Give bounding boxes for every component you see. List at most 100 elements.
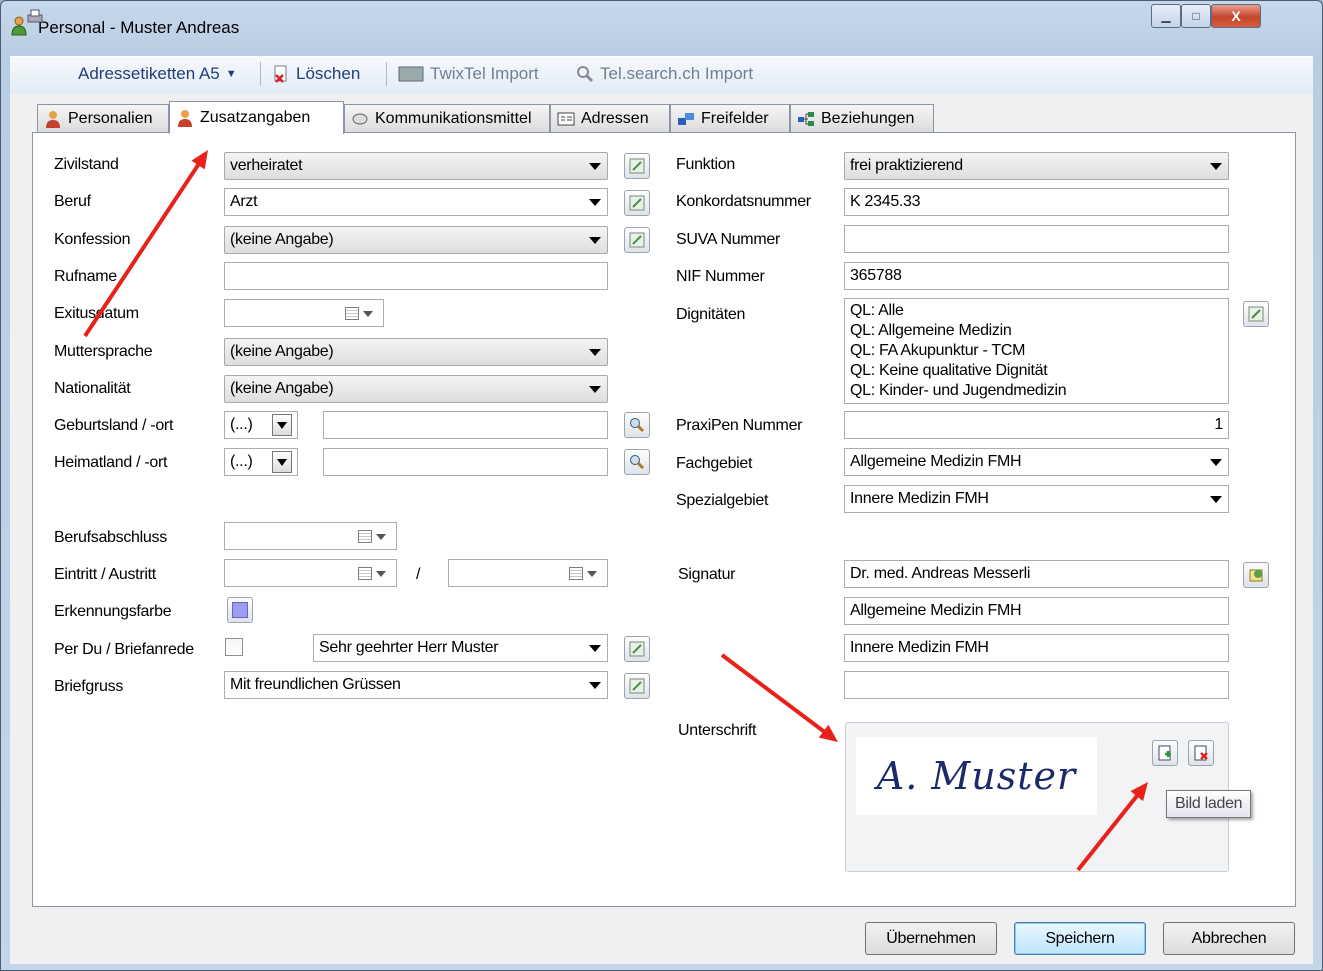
chevron-down-icon (277, 422, 287, 429)
calendar-icon (358, 567, 372, 580)
cancel-button[interactable]: Abbrechen (1163, 922, 1295, 955)
signatur-line-4[interactable] (844, 671, 1229, 699)
calendar-icon (358, 530, 372, 543)
signatur-line-1[interactable]: Dr. med. Andreas Messerli (844, 560, 1229, 588)
exitusdatum-datepicker[interactable] (224, 299, 384, 327)
print-labels-button[interactable] (26, 8, 44, 26)
delete-image-button[interactable] (1188, 740, 1214, 766)
chevron-down-icon (1210, 163, 1222, 170)
search-geburtsort-button[interactable] (624, 412, 650, 438)
funktion-select[interactable]: frei praktizierend (844, 152, 1229, 180)
search-heimatort-button[interactable] (624, 449, 650, 475)
tab-zusatzangaben[interactable]: Zusatzangaben (169, 101, 344, 134)
chevron-down-icon (1210, 496, 1222, 503)
rufname-input[interactable] (224, 262, 608, 290)
maximize-button[interactable]: □ (1181, 4, 1211, 28)
chevron-down-icon: ▼ (225, 68, 237, 80)
telsearch-import-button[interactable]: Tel.search.ch Import (576, 64, 753, 84)
tab-kommunikationsmittel[interactable]: Kommunikationsmittel (344, 104, 550, 132)
edit-briefgruss-button[interactable] (624, 673, 650, 699)
chevron-down-icon (376, 534, 386, 540)
person-icon (46, 110, 60, 128)
list-item[interactable]: QL: Keine qualitative Dignität (850, 361, 1223, 381)
signature-text: A. Muster (876, 754, 1077, 798)
list-item[interactable]: QL: Alle (850, 301, 1223, 321)
edit-list-icon (629, 678, 645, 694)
twixtel-import-label: TwixTel Import (430, 64, 539, 83)
calendar-icon (345, 307, 359, 320)
phone-icon (352, 113, 368, 124)
list-item[interactable]: QL: Kinder- und Jugendmedizin (850, 381, 1223, 401)
muttersprache-select[interactable]: (keine Angabe) (224, 338, 608, 366)
chevron-down-icon (376, 571, 386, 577)
edit-konfession-button[interactable] (624, 227, 650, 253)
konfession-value: (keine Angabe) (230, 231, 334, 248)
tooltip-load-image: Bild laden (1166, 790, 1252, 818)
minimize-icon: ▁ (1161, 9, 1171, 23)
praxipen-input[interactable]: 1 (844, 411, 1229, 439)
tab-freifelder[interactable]: Freifelder (670, 104, 790, 132)
geburtsort-input[interactable] (323, 411, 608, 439)
briefgruss-label: Briefgruss (54, 678, 124, 695)
color-picker-button[interactable] (227, 597, 253, 623)
signatur-template-button[interactable] (1243, 562, 1269, 588)
spezialgebiet-value: Innere Medizin FMH (850, 490, 989, 507)
praxipen-label: PraxiPen Nummer (676, 417, 803, 434)
fachgebiet-combobox[interactable]: Allgemeine Medizin FMH (844, 448, 1229, 476)
toolbar-separator (386, 62, 387, 86)
signature-image: A. Muster (856, 737, 1097, 815)
tab-adressen[interactable]: Adressen (550, 104, 670, 132)
twixtel-import-button[interactable]: TwixTel Import (398, 64, 539, 84)
nationalitaet-value: (keine Angabe) (230, 380, 334, 397)
geburtsland-value: (...) (230, 416, 253, 433)
zivilstand-label: Zivilstand (54, 156, 119, 173)
edit-dignitaeten-button[interactable] (1243, 301, 1269, 327)
geburtsland-dropdown-button[interactable] (272, 414, 292, 436)
toolbar-separator (260, 62, 261, 86)
suva-input[interactable] (844, 225, 1229, 253)
erkennungsfarbe-label: Erkennungsfarbe (54, 603, 172, 620)
nif-label: NIF Nummer (676, 268, 765, 285)
edit-beruf-button[interactable] (624, 190, 650, 216)
berufsabschluss-datepicker[interactable] (224, 522, 397, 550)
delete-button[interactable]: Löschen (272, 64, 360, 84)
briefanrede-combobox[interactable]: Sehr geehrter Herr Muster (313, 634, 608, 662)
tab-personalien[interactable]: Personalien (37, 104, 169, 132)
edit-briefanrede-button[interactable] (624, 636, 650, 662)
close-button[interactable]: X (1211, 4, 1261, 28)
list-item[interactable]: QL: Allgemeine Medizin (850, 321, 1223, 341)
window-title: Personal - Muster Andreas (38, 18, 240, 37)
apply-button[interactable]: Übernehmen (865, 922, 997, 955)
konkordat-label: Konkordatsnummer (676, 193, 811, 210)
heimatort-input[interactable] (323, 448, 608, 476)
austritt-datepicker[interactable] (448, 559, 608, 587)
save-button[interactable]: Speichern (1014, 922, 1146, 955)
address-labels-dropdown[interactable]: Adressetiketten A5 ▼ (78, 64, 237, 84)
minimize-button[interactable]: ▁ (1151, 4, 1181, 28)
fachgebiet-value: Allgemeine Medizin FMH (850, 453, 1022, 470)
delete-label: Löschen (296, 64, 361, 83)
signatur-line-3[interactable]: Innere Medizin FMH (844, 634, 1229, 662)
person-icon (178, 110, 192, 127)
konfession-label: Konfession (54, 231, 131, 248)
heimatland-dropdown-button[interactable] (272, 451, 292, 473)
nationalitaet-select[interactable]: (keine Angabe) (224, 375, 608, 403)
spezialgebiet-combobox[interactable]: Innere Medizin FMH (844, 485, 1229, 513)
calendar-icon (569, 567, 583, 580)
tab-label: Zusatzangaben (200, 109, 311, 126)
konkordat-input[interactable]: K 2345.33 (844, 188, 1229, 216)
beruf-combobox[interactable]: Arzt (224, 188, 608, 216)
briefgruss-combobox[interactable]: Mit freundlichen Grüssen (224, 671, 608, 699)
beruf-value: Arzt (230, 193, 258, 210)
signatur-line-2[interactable]: Allgemeine Medizin FMH (844, 597, 1229, 625)
per-du-checkbox[interactable] (225, 638, 243, 656)
nif-input[interactable]: 365788 (844, 262, 1229, 290)
konfession-select[interactable]: (keine Angabe) (224, 226, 608, 254)
eintritt-datepicker[interactable] (224, 559, 397, 587)
zivilstand-select[interactable]: verheiratet (224, 152, 608, 180)
load-image-button[interactable] (1152, 740, 1178, 766)
edit-zivilstand-button[interactable] (624, 153, 650, 179)
list-item[interactable]: QL: FA Akupunktur - TCM (850, 341, 1223, 361)
dignitaeten-list[interactable]: QL: Alle QL: Allgemeine Medizin QL: FA A… (844, 298, 1229, 404)
tab-beziehungen[interactable]: Beziehungen (790, 104, 934, 132)
